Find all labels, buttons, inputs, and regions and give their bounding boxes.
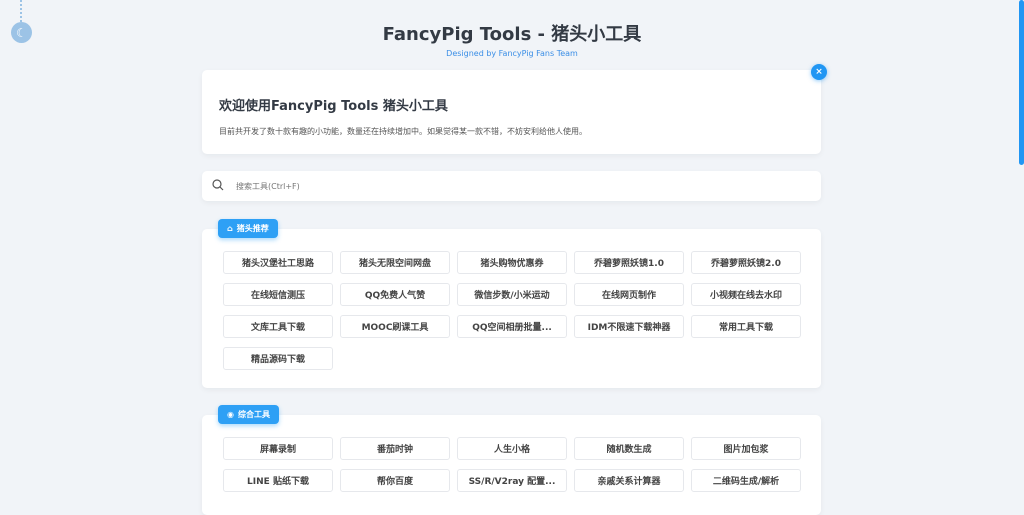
close-icon: × (815, 67, 823, 77)
welcome-title: 欢迎使用FancyPig Tools 猪头小工具 (219, 99, 448, 114)
scrollbar-thumb[interactable] (1019, 0, 1024, 165)
tool-button[interactable]: 文库工具下载 (223, 315, 333, 338)
page-title: FancyPig Tools - 猪头小工具 (382, 24, 642, 45)
tool-button[interactable]: 人生小格 (457, 437, 567, 460)
tool-button[interactable]: 在线网页制作 (574, 283, 684, 306)
close-welcome-button[interactable]: × (811, 64, 827, 80)
page-subtitle: Designed by FancyPig Fans Team (446, 49, 578, 58)
scrollbar[interactable] (1019, 0, 1024, 490)
section-recommended: ⌂ 猪头推荐 猪头汉堡社工思路 猪头无限空间网盘 猪头购物优惠券 乔碧萝照妖镜1.0 乔… (202, 219, 821, 388)
home-icon: ⌂ (227, 224, 233, 233)
tool-button[interactable]: 图片加包浆 (691, 437, 801, 460)
welcome-card: 欢迎使用FancyPig Tools 猪头小工具 目前共开发了数十款有趣的小功能… (202, 64, 827, 154)
theme-toggle-cord (20, 0, 22, 22)
search-input[interactable] (236, 181, 736, 191)
search-bar (202, 171, 821, 201)
tool-button[interactable]: 在线短信测压 (223, 283, 333, 306)
tool-button[interactable]: 番茄时钟 (340, 437, 450, 460)
tool-button[interactable]: QQ免费人气赞 (340, 283, 450, 306)
section-title: 综合工具 (237, 410, 270, 419)
tool-button[interactable]: 常用工具下载 (691, 315, 801, 338)
tool-button[interactable]: 帮你百度 (340, 469, 450, 492)
layers-icon: ◉ (227, 410, 234, 419)
tool-button[interactable]: 亲戚关系计算器 (574, 469, 684, 492)
tool-button[interactable]: 精品源码下载 (223, 347, 333, 370)
tool-button[interactable]: MOOC刷课工具 (340, 315, 450, 338)
tool-grid: 猪头汉堡社工思路 猪头无限空间网盘 猪头购物优惠券 乔碧萝照妖镜1.0 乔碧萝照妖镜2.… (223, 251, 801, 370)
section-badge: ◉ 综合工具 (218, 405, 279, 424)
tool-button[interactable]: 微信步数/小米运动 (457, 283, 567, 306)
tool-button[interactable]: 猪头购物优惠券 (457, 251, 567, 274)
search-icon (212, 178, 224, 194)
tool-button[interactable]: IDM不限速下载神器 (574, 315, 684, 338)
tool-button[interactable]: SS/R/V2ray 配置... (457, 469, 567, 492)
section-badge: ⌂ 猪头推荐 (218, 219, 278, 238)
tool-button[interactable]: 随机数生成 (574, 437, 684, 460)
tool-button[interactable]: 小视频在线去水印 (691, 283, 801, 306)
tool-button[interactable]: 屏幕录制 (223, 437, 333, 460)
tool-button[interactable]: 乔碧萝照妖镜2.0 (691, 251, 801, 274)
section-title: 猪头推荐 (236, 224, 269, 233)
tool-button[interactable]: LINE 贴纸下载 (223, 469, 333, 492)
tool-grid: 屏幕录制 番茄时钟 人生小格 随机数生成 图片加包浆 LINE 贴纸下载 帮你百度 SS/R/… (223, 437, 801, 492)
tool-button[interactable]: QQ空间相册批量... (457, 315, 567, 338)
tool-button[interactable]: 猪头无限空间网盘 (340, 251, 450, 274)
section-general-tools: ◉ 综合工具 屏幕录制 番茄时钟 人生小格 随机数生成 图片加包浆 LINE 贴纸下载 帮你… (202, 405, 821, 515)
page-header: FancyPig Tools - 猪头小工具 Designed by Fancy… (0, 20, 1024, 58)
welcome-text: 目前共开发了数十款有趣的小功能，数量还在持续增加中。如果觉得某一款不错，不妨安利… (219, 127, 587, 136)
tool-button[interactable]: 乔碧萝照妖镜1.0 (574, 251, 684, 274)
tool-button[interactable]: 二维码生成/解析 (691, 469, 801, 492)
tool-button[interactable]: 猪头汉堡社工思路 (223, 251, 333, 274)
